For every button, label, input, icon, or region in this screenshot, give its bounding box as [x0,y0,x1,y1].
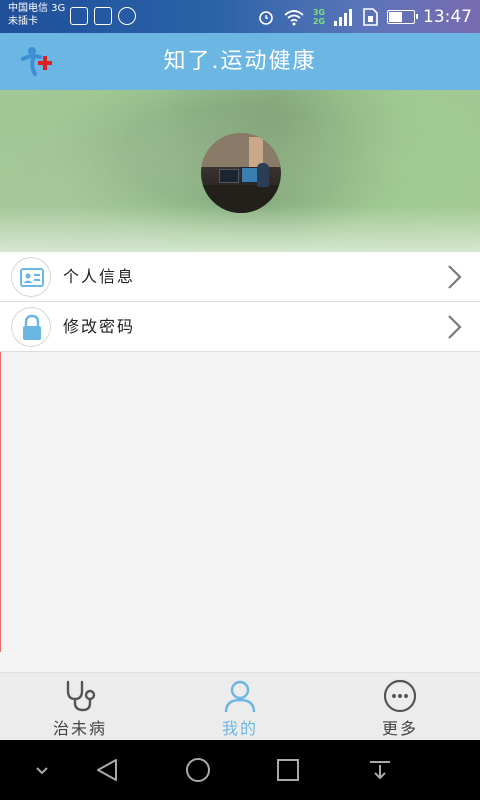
more-icon [383,679,417,713]
tab-mine[interactable]: 我的 [160,673,320,741]
network-type-badge: 3G 2G [312,7,325,26]
carrier-line-2: 未插卡 [8,16,38,27]
battery-level [389,11,402,22]
sim-icon [363,7,378,26]
signal-icon [334,8,352,26]
alarm-icon [259,10,273,25]
carrier-info: 中国电信 3G 未插卡 [8,2,65,28]
lock-icon-wrapper [11,307,51,347]
id-card-icon-wrapper [11,257,51,297]
tab-label: 更多 [381,719,418,738]
menu-item-label: 个人信息 [63,267,136,286]
content-divider [0,352,1,652]
notification-pull-icon[interactable] [366,756,394,784]
lock-icon [23,314,41,340]
chevron-right-icon [448,265,462,289]
status-bar: 中国电信 3G 未插卡 3G 2G 13:47 [0,0,480,33]
sync-icon [118,7,136,25]
user-icon [224,680,256,713]
menu-item-personal-info[interactable]: 个人信息 [0,252,480,302]
bottom-tab-bar: 治未病 我的 更多 [0,672,480,740]
tab-more[interactable]: 更多 [320,673,480,741]
back-icon[interactable] [94,756,122,784]
wifi-icon [284,9,304,25]
avatar[interactable] [201,133,281,213]
collapse-icon[interactable] [28,756,56,784]
settings-menu: 个人信息 修改密码 [0,252,480,352]
notification-icon [94,7,112,25]
profile-banner [0,90,480,252]
gallery-icon [70,7,88,25]
recents-icon[interactable] [274,756,302,784]
battery-icon [387,9,418,24]
app-header: 知了.运动健康 [0,33,480,90]
clock: 13:47 [423,6,472,27]
menu-item-change-password[interactable]: 修改密码 [0,302,480,352]
home-icon[interactable] [184,756,212,784]
system-nav-bar [0,740,480,800]
tab-zhiweibing[interactable]: 治未病 [0,673,160,741]
stethoscope-icon [66,680,96,712]
tab-label: 治未病 [52,719,107,738]
page-title: 知了.运动健康 [163,49,317,74]
chevron-right-icon [448,315,462,339]
carrier-line-1: 中国电信 3G [8,3,66,14]
menu-item-label: 修改密码 [63,317,136,336]
tab-label: 我的 [221,719,258,738]
id-card-icon [20,268,44,287]
